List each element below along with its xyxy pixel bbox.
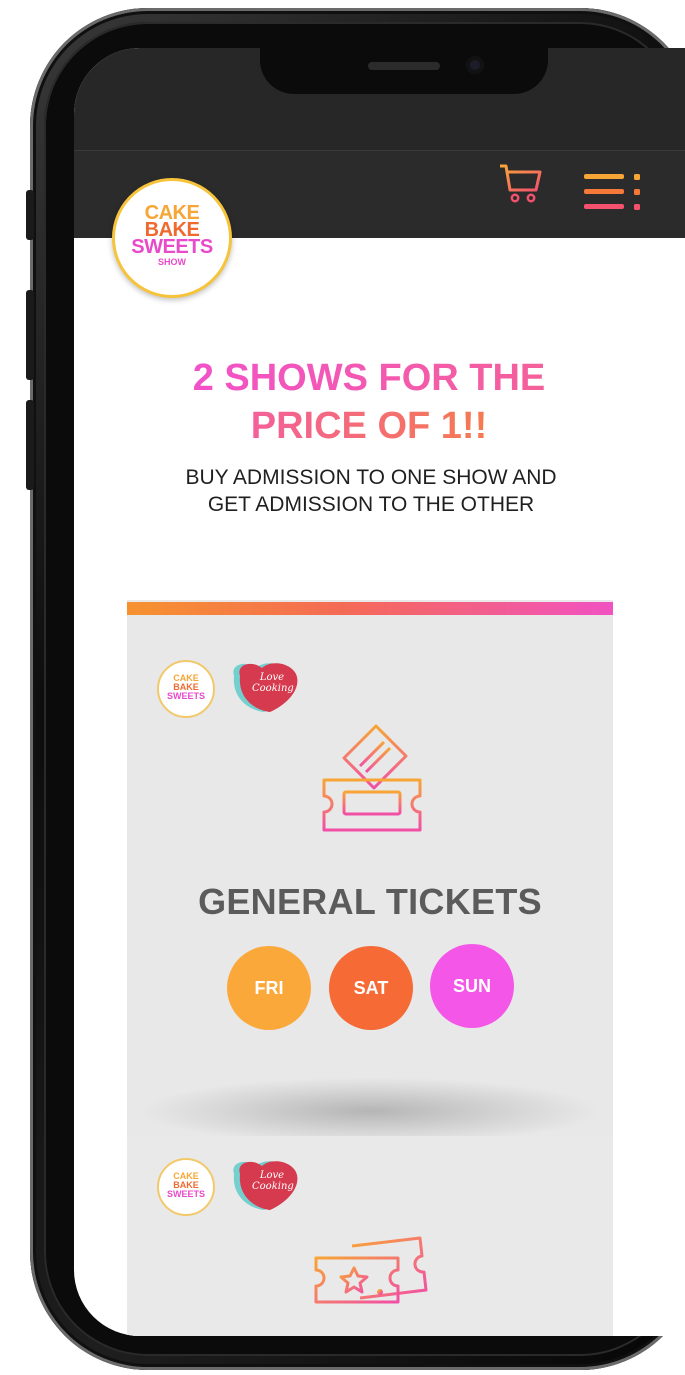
cart-icon[interactable] bbox=[496, 158, 546, 208]
card-show-logo: CAKE BAKE SWEETS bbox=[157, 660, 215, 718]
ticket-icon bbox=[322, 724, 422, 832]
notch bbox=[260, 48, 548, 94]
card2-show-logo: CAKE BAKE SWEETS bbox=[157, 1158, 215, 1216]
mute-switch bbox=[26, 190, 34, 240]
promo-title-text: 2 SHOWS FOR THE PRICE OF 1!! bbox=[192, 357, 546, 447]
day-button-sun[interactable]: SUN bbox=[430, 944, 514, 1028]
card2-partner-logo-text: Love Cooking bbox=[252, 1170, 294, 1192]
menu-icon[interactable] bbox=[582, 170, 646, 214]
vip-ticket-icon bbox=[314, 1236, 428, 1304]
mini-logo-sweets: SWEETS bbox=[166, 691, 205, 701]
day-button-fri[interactable]: FRI bbox=[227, 946, 311, 1030]
promo-subtitle: BUY ADMISSION TO ONE SHOW AND GET ADMISS… bbox=[185, 466, 557, 516]
volume-up-button bbox=[26, 290, 34, 380]
mini-logo-sweets: SWEETS bbox=[166, 1189, 205, 1199]
day-button-sat[interactable]: SAT bbox=[329, 946, 413, 1030]
partner-logo-text: Love Cooking bbox=[252, 672, 294, 694]
front-camera bbox=[466, 56, 484, 74]
site-logo[interactable]: CAKE BAKE SWEETS SHOW bbox=[112, 178, 232, 298]
card-shadow bbox=[144, 1078, 596, 1138]
card-accent-bar bbox=[127, 602, 613, 615]
logo-text-sweets: SWEETS bbox=[131, 236, 213, 258]
volume-down-button bbox=[26, 400, 34, 490]
logo-text-show: SHOW bbox=[158, 257, 186, 267]
promo-title: 2 SHOWS FOR THE PRICE OF 1!! bbox=[134, 354, 604, 450]
general-tickets-heading: GENERAL TICKETS bbox=[198, 881, 542, 922]
phone-screen: CAKE BAKE SWEETS SHOW 2 SHOWS FOR THE PR… bbox=[74, 48, 685, 1336]
speaker-grille bbox=[368, 62, 440, 70]
